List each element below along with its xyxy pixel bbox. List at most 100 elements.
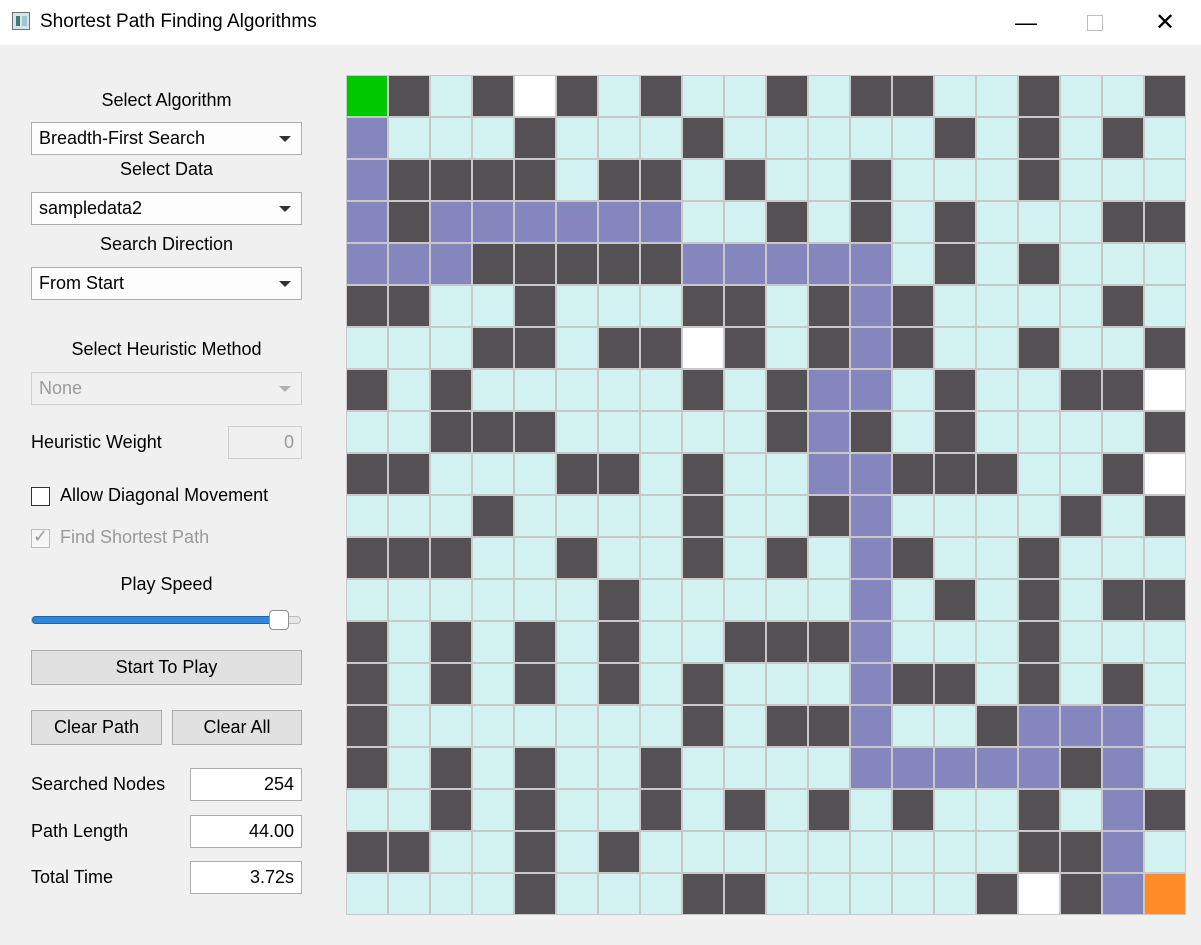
grid-cell-wall[interactable]	[808, 285, 850, 327]
grid-cell-wall[interactable]	[430, 411, 472, 453]
grid-cell-open[interactable]	[724, 453, 766, 495]
grid-cell-open[interactable]	[472, 117, 514, 159]
grid-cell-wall[interactable]	[598, 621, 640, 663]
grid-cell-path[interactable]	[850, 327, 892, 369]
grid-cell-open[interactable]	[640, 579, 682, 621]
grid-cell-wall[interactable]	[346, 537, 388, 579]
grid-cell-wall[interactable]	[682, 537, 724, 579]
grid-cell-open[interactable]	[934, 327, 976, 369]
grid-cell-path[interactable]	[430, 201, 472, 243]
grid-cell-open[interactable]	[1018, 369, 1060, 411]
grid-cell-open[interactable]	[1060, 579, 1102, 621]
grid-cell-open[interactable]	[472, 747, 514, 789]
grid-cell-wall[interactable]	[388, 285, 430, 327]
grid-cell-open[interactable]	[892, 243, 934, 285]
grid-cell-open[interactable]	[976, 159, 1018, 201]
grid-cell-path[interactable]	[388, 243, 430, 285]
grid-cell-wall[interactable]	[1144, 201, 1186, 243]
grid-cell-open[interactable]	[976, 663, 1018, 705]
grid-cell-open[interactable]	[388, 327, 430, 369]
grid-cell-open[interactable]	[892, 873, 934, 915]
grid-cell-wall[interactable]	[682, 495, 724, 537]
grid-cell-open[interactable]	[934, 75, 976, 117]
grid-cell-open[interactable]	[1102, 621, 1144, 663]
grid-cell-wall[interactable]	[640, 747, 682, 789]
grid-cell-path[interactable]	[346, 201, 388, 243]
grid-cell-wall[interactable]	[640, 789, 682, 831]
grid-cell-open[interactable]	[976, 579, 1018, 621]
grid-cell-open[interactable]	[346, 873, 388, 915]
data-select[interactable]: sampledata2	[31, 192, 302, 225]
grid-cell-open[interactable]	[976, 495, 1018, 537]
grid-cell-open[interactable]	[682, 201, 724, 243]
grid-cell-wall[interactable]	[514, 159, 556, 201]
grid-cell-wall[interactable]	[346, 831, 388, 873]
grid-cell-open[interactable]	[808, 75, 850, 117]
grid-cell-open[interactable]	[934, 159, 976, 201]
grid-cell-wall[interactable]	[1144, 411, 1186, 453]
start-to-play-button[interactable]: Start To Play	[31, 650, 302, 685]
grid-cell-path[interactable]	[976, 747, 1018, 789]
grid-cell-open[interactable]	[724, 747, 766, 789]
grid-cell-wall[interactable]	[1060, 495, 1102, 537]
grid-cell-wall[interactable]	[682, 285, 724, 327]
grid-cell-path[interactable]	[472, 201, 514, 243]
grid-cell-wall[interactable]	[472, 159, 514, 201]
grid-cell-wall[interactable]	[1018, 579, 1060, 621]
grid-cell-path[interactable]	[1102, 831, 1144, 873]
grid-cell-wall[interactable]	[766, 411, 808, 453]
grid-cell-wall[interactable]	[934, 579, 976, 621]
grid-cell-wall[interactable]	[850, 75, 892, 117]
grid-cell-open[interactable]	[934, 495, 976, 537]
grid-cell-open[interactable]	[556, 789, 598, 831]
grid-cell-wall[interactable]	[514, 285, 556, 327]
grid-cell-wall[interactable]	[892, 327, 934, 369]
grid-cell-wall[interactable]	[1144, 327, 1186, 369]
grid-cell-wall[interactable]	[640, 327, 682, 369]
grid-cell-open[interactable]	[640, 117, 682, 159]
grid-cell-path[interactable]	[556, 201, 598, 243]
grid-cell-open[interactable]	[1102, 411, 1144, 453]
grid-cell-open[interactable]	[976, 411, 1018, 453]
grid-cell-open[interactable]	[430, 495, 472, 537]
grid-cell-wall[interactable]	[934, 243, 976, 285]
grid-cell-wall[interactable]	[598, 663, 640, 705]
grid-cell-open[interactable]	[598, 873, 640, 915]
grid-cell-open[interactable]	[766, 789, 808, 831]
grid-cell-open[interactable]	[556, 495, 598, 537]
grid-cell-open[interactable]	[934, 831, 976, 873]
grid-cell-path[interactable]	[850, 663, 892, 705]
grid-cell-open[interactable]	[430, 873, 472, 915]
grid-cell-open[interactable]	[976, 789, 1018, 831]
grid-cell-open[interactable]	[388, 117, 430, 159]
grid-cell-path[interactable]	[808, 453, 850, 495]
grid-cell-open[interactable]	[556, 369, 598, 411]
grid-cell-wall[interactable]	[514, 411, 556, 453]
grid-cell-open[interactable]	[766, 495, 808, 537]
grid-cell-open[interactable]	[598, 411, 640, 453]
grid-cell-open[interactable]	[388, 369, 430, 411]
close-button[interactable]: ✕	[1142, 0, 1188, 45]
grid-cell-wall[interactable]	[346, 621, 388, 663]
grid-cell-open[interactable]	[808, 873, 850, 915]
grid-cell-open[interactable]	[766, 663, 808, 705]
grid-cell-path[interactable]	[850, 537, 892, 579]
grid-cell-path[interactable]	[808, 411, 850, 453]
grid-cell-unvisited[interactable]	[1144, 453, 1186, 495]
grid-cell-wall[interactable]	[640, 243, 682, 285]
grid-cell-open[interactable]	[598, 537, 640, 579]
grid-cell-open[interactable]	[1144, 831, 1186, 873]
grid-cell-wall[interactable]	[934, 369, 976, 411]
grid-cell-path[interactable]	[598, 201, 640, 243]
grid-cell-path[interactable]	[766, 243, 808, 285]
grid-cell-open[interactable]	[682, 789, 724, 831]
grid-cell-wall[interactable]	[724, 327, 766, 369]
grid-cell-open[interactable]	[388, 747, 430, 789]
grid-cell-path[interactable]	[514, 201, 556, 243]
grid-cell-open[interactable]	[1018, 495, 1060, 537]
grid-cell-wall[interactable]	[976, 453, 1018, 495]
grid-cell-open[interactable]	[724, 495, 766, 537]
grid-cell-open[interactable]	[892, 369, 934, 411]
grid-cell-wall[interactable]	[514, 831, 556, 873]
grid-cell-open[interactable]	[724, 537, 766, 579]
